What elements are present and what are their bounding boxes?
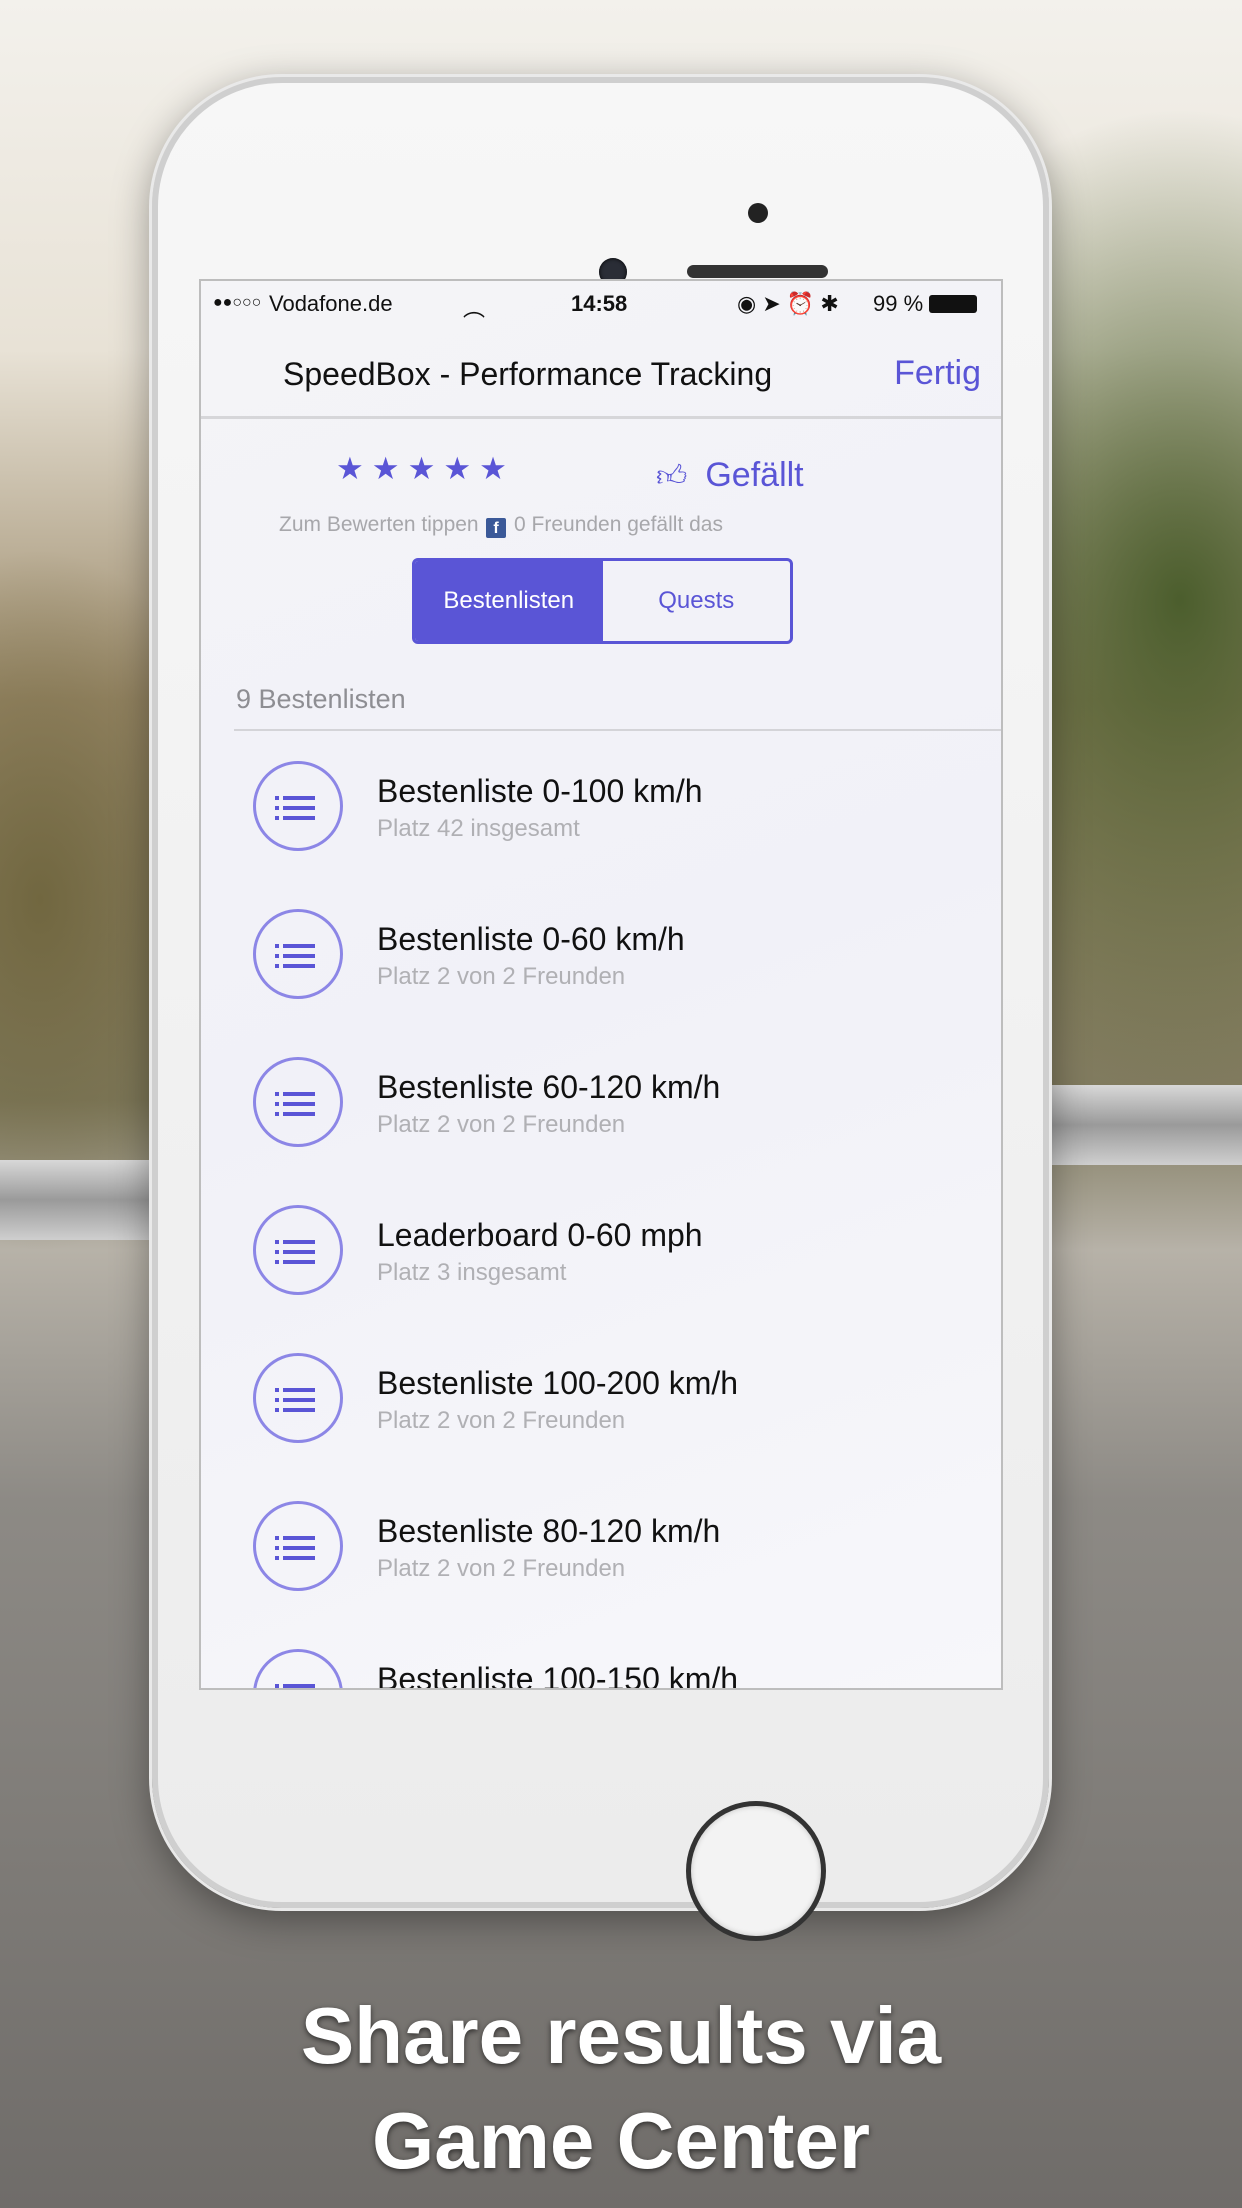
item-subtitle: Platz 2 von 2 Freunden — [377, 1555, 626, 1582]
rating-hint: Zum Bewerten tippen — [279, 513, 479, 536]
like-button[interactable]: 👍︎ Gefällt — [656, 456, 804, 495]
item-subtitle: Platz 42 insgesamt — [377, 815, 580, 842]
status-icons: ◉ ➤ ⏰ ✱ — [737, 291, 839, 316]
rating-stars[interactable]: ★★★★★ — [336, 451, 515, 487]
list-icon — [253, 1353, 343, 1443]
battery-icon — [929, 295, 977, 313]
list-item[interactable]: Bestenliste 60-120 km/h Platz 2 von 2 Fr… — [201, 1028, 1001, 1176]
caption-line-2: Game Center — [372, 2096, 870, 2185]
nav-bar: SpeedBox - Performance Tracking Fertig — [201, 329, 1001, 419]
caption-line-1: Share results via — [300, 1991, 942, 2080]
item-subtitle: Platz 3 insgesamt — [377, 1259, 567, 1286]
thumbs-up-icon: 👍︎ — [656, 460, 688, 493]
clock: 14:58 — [571, 291, 628, 316]
list-icon — [253, 1205, 343, 1295]
list-item[interactable]: Bestenliste 0-100 km/h Platz 42 insgesam… — [201, 732, 1001, 880]
home-button[interactable] — [686, 1801, 826, 1941]
item-title: Bestenliste 100-150 km/h — [377, 1661, 739, 1690]
divider — [234, 729, 1001, 731]
done-button[interactable]: Fertig — [894, 354, 981, 393]
list-item[interactable]: Leaderboard 0-60 mph Platz 3 insgesamt — [201, 1176, 1001, 1324]
list-item[interactable]: Bestenliste 100-150 km/h — [201, 1620, 1001, 1690]
list-icon — [253, 909, 343, 999]
item-title: Leaderboard 0-60 mph — [377, 1217, 703, 1253]
facebook-icon: f — [486, 518, 506, 538]
guardrail-right — [1040, 1085, 1242, 1165]
list-item[interactable]: Bestenliste 0-60 km/h Platz 2 von 2 Freu… — [201, 880, 1001, 1028]
tab-bestenlisten[interactable]: Bestenlisten — [415, 561, 603, 641]
item-title: Bestenliste 0-60 km/h — [377, 921, 685, 957]
like-label: Gefällt — [705, 456, 804, 494]
page-title: SpeedBox - Performance Tracking — [283, 356, 773, 392]
list-item[interactable]: Bestenliste 80-120 km/h Platz 2 von 2 Fr… — [201, 1472, 1001, 1620]
signal-icon: ●●○○○ — [213, 294, 262, 311]
item-title: Bestenliste 80-120 km/h — [377, 1513, 721, 1549]
tab-quests[interactable]: Quests — [603, 561, 791, 641]
item-subtitle: Platz 2 von 2 Freunden — [377, 1111, 626, 1138]
item-title: Bestenliste 100-200 km/h — [377, 1365, 739, 1401]
carrier: Vodafone.de — [269, 291, 393, 316]
list-icon — [253, 761, 343, 851]
section-header: 9 Bestenlisten — [236, 684, 406, 714]
earpiece-speaker — [687, 265, 828, 278]
wifi-icon: ︵ — [463, 296, 486, 321]
item-subtitle: Platz 2 von 2 Freunden — [377, 1407, 626, 1434]
leaderboard-list: Bestenliste 0-100 km/h Platz 42 insgesam… — [201, 732, 1001, 1690]
sensor-dot — [748, 203, 768, 223]
friends-like-label: 0 Freunden gefällt das — [514, 513, 723, 536]
list-icon — [253, 1057, 343, 1147]
phone-screen: ●●○○○ Vodafone.de ︵ 14:58 ◉ ➤ ⏰ ✱ 99 % S… — [199, 279, 1003, 1690]
status-bar: ●●○○○ Vodafone.de ︵ 14:58 ◉ ➤ ⏰ ✱ 99 % — [201, 281, 1001, 329]
friends-like-text: f 0 Freunden gefällt das — [486, 513, 723, 538]
item-title: Bestenliste 0-100 km/h — [377, 773, 703, 809]
list-icon — [253, 1649, 343, 1688]
item-subtitle: Platz 2 von 2 Freunden — [377, 963, 626, 990]
list-item[interactable]: Bestenliste 100-200 km/h Platz 2 von 2 F… — [201, 1324, 1001, 1472]
list-icon — [253, 1501, 343, 1591]
item-title: Bestenliste 60-120 km/h — [377, 1069, 721, 1105]
guardrail-left — [0, 1160, 160, 1240]
segmented-control: Bestenlisten Quests — [412, 558, 793, 644]
battery-percent: 99 % — [873, 291, 924, 316]
